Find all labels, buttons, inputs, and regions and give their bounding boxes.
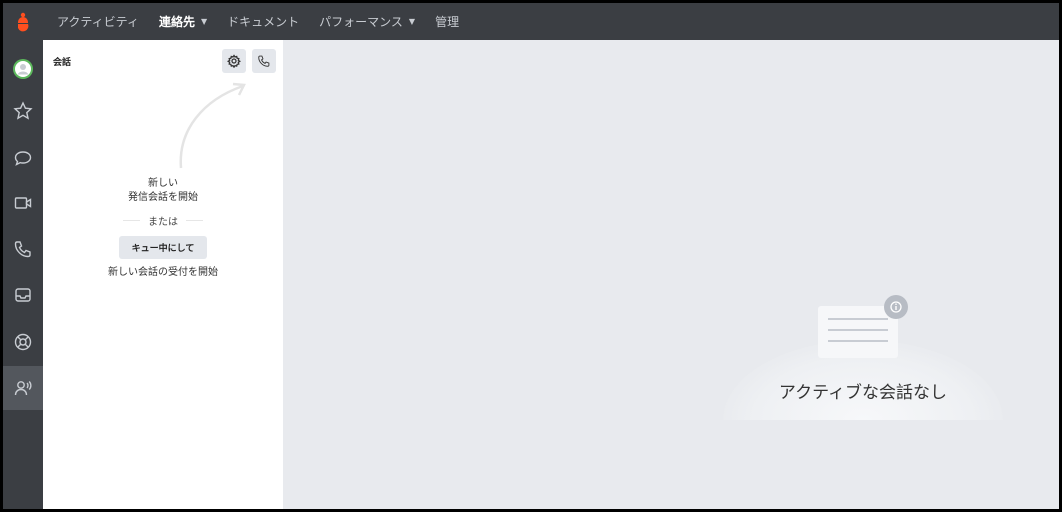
gear-icon bbox=[227, 54, 241, 68]
nav-performance-label: パフォーマンス bbox=[319, 15, 403, 29]
star-icon[interactable] bbox=[3, 89, 43, 133]
left-icon-rail bbox=[3, 40, 43, 509]
nav-activity-label: アクティビティ bbox=[57, 15, 139, 29]
panel-title: 会話 bbox=[53, 58, 72, 68]
info-icon bbox=[884, 295, 908, 319]
video-icon[interactable] bbox=[3, 181, 43, 225]
settings-button[interactable] bbox=[222, 49, 246, 73]
avatar-icon[interactable] bbox=[3, 47, 43, 91]
card-line bbox=[828, 340, 888, 342]
go-on-queue-button[interactable]: キュー中にして bbox=[119, 236, 207, 259]
main-content-area: アクティブな会話なし bbox=[283, 40, 1059, 509]
chevron-down-icon: ▼ bbox=[200, 17, 208, 26]
phone-icon[interactable] bbox=[3, 227, 43, 271]
nav-documents[interactable]: ドキュメント bbox=[227, 13, 299, 30]
nav-contacts-label: 連絡先 bbox=[158, 15, 195, 29]
agent-icon[interactable] bbox=[3, 366, 43, 410]
nav-documents-label: ドキュメント bbox=[227, 15, 300, 29]
top-navigation-bar: アクティビティ 連絡先 ▼ ドキュメント パフォーマンス ▼ 管理 bbox=[3, 3, 1059, 40]
nav-contacts[interactable]: 連絡先 ▼ bbox=[159, 13, 207, 30]
conversations-panel: 会話 新しい 発信会話を開始 または キュー中にして 新しい会話の受付を開始 bbox=[43, 40, 283, 509]
card-line bbox=[828, 329, 888, 331]
nav-performance[interactable]: パフォーマンス ▼ bbox=[319, 13, 415, 30]
nav-admin[interactable]: 管理 bbox=[435, 13, 459, 30]
card-line bbox=[828, 318, 888, 320]
nav-admin-label: 管理 bbox=[435, 15, 460, 29]
new-call-button[interactable] bbox=[252, 49, 276, 73]
hint-arrow-icon bbox=[179, 82, 246, 169]
outbound-hint-line2: 発信会話を開始 bbox=[128, 192, 198, 203]
chat-icon[interactable] bbox=[3, 136, 43, 180]
inbox-icon[interactable] bbox=[3, 273, 43, 317]
empty-state-message: アクティブな会話なし bbox=[778, 383, 948, 403]
nav-activity[interactable]: アクティビティ bbox=[57, 13, 139, 30]
chevron-down-icon: ▼ bbox=[408, 17, 416, 26]
inbound-hint: 新しい会話の受付を開始 bbox=[108, 267, 218, 278]
support-icon[interactable] bbox=[3, 320, 43, 364]
genesys-logo-icon[interactable] bbox=[3, 3, 43, 40]
phone-icon bbox=[258, 55, 270, 67]
outbound-hint-line1: 新しい bbox=[148, 178, 178, 189]
or-separator: または bbox=[43, 213, 283, 228]
or-label: または bbox=[140, 217, 186, 228]
